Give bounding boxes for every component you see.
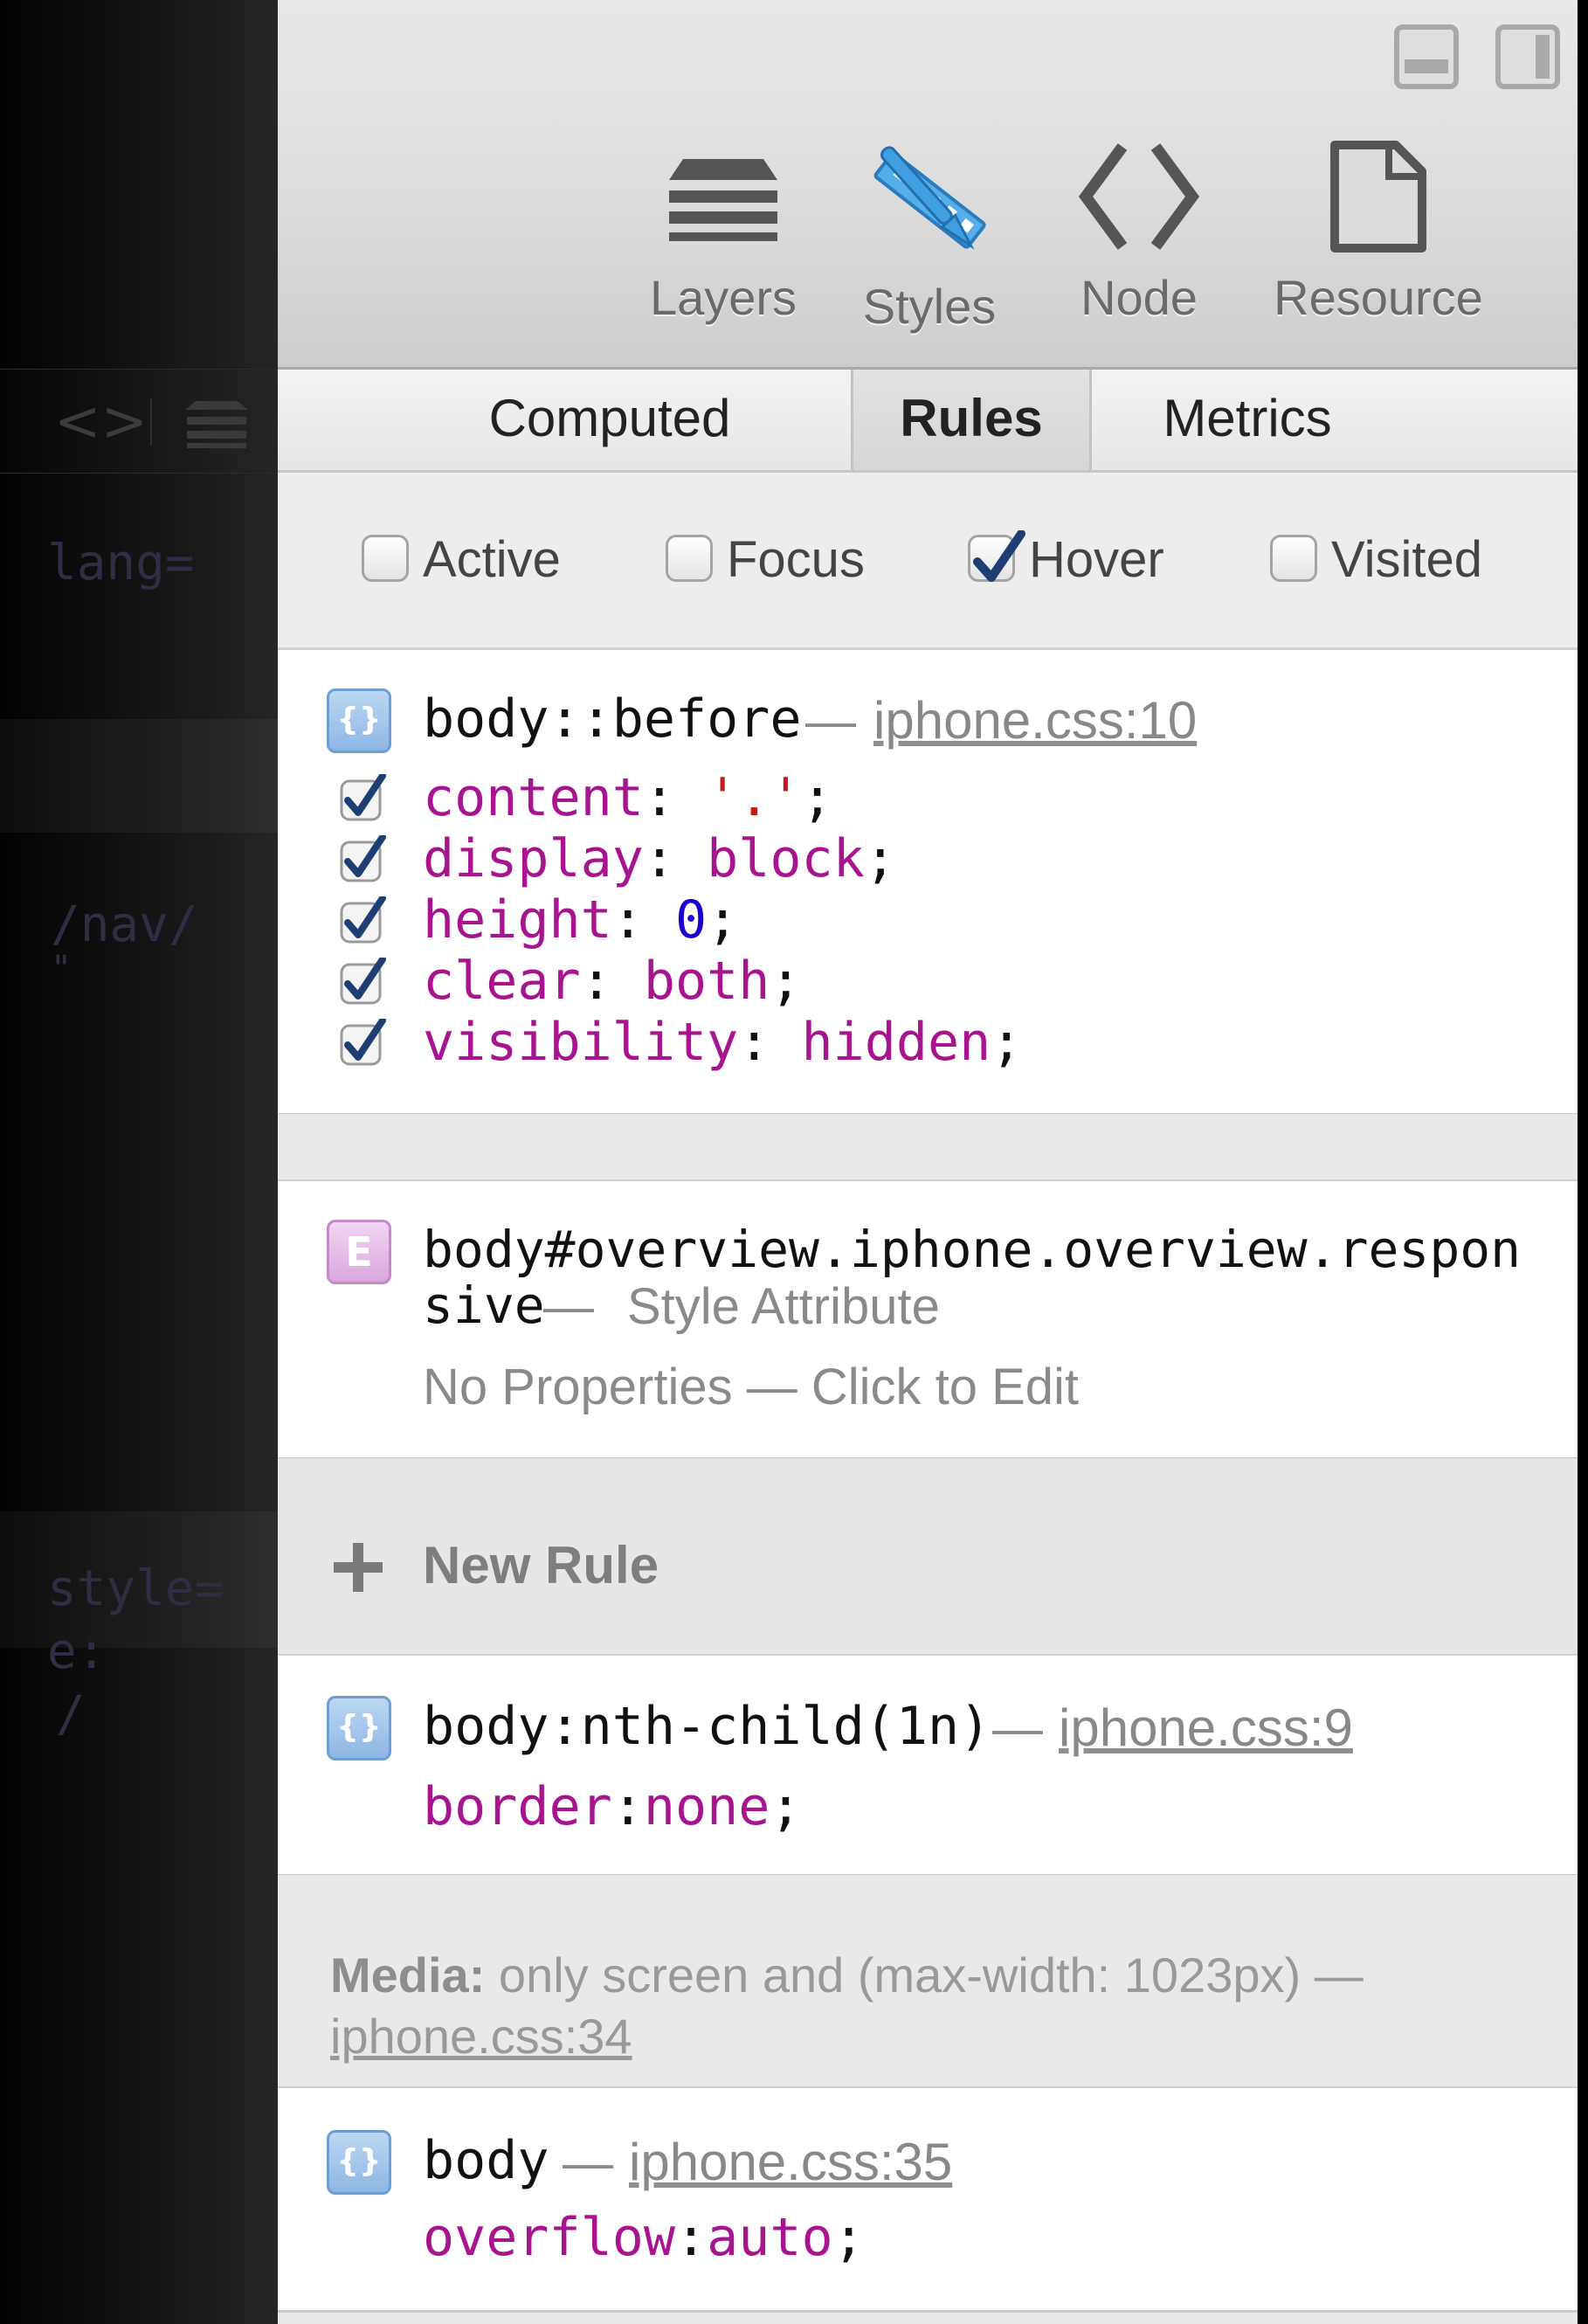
rule-source-link[interactable]: iphone.css:35 bbox=[629, 2132, 952, 2192]
styles-icon bbox=[873, 146, 986, 250]
style-rule-icon: {} bbox=[327, 688, 391, 753]
pseudo-hover[interactable]: Hover bbox=[968, 524, 1195, 596]
rule-selector[interactable]: body bbox=[423, 2130, 549, 2191]
dom-code-fragment: " bbox=[51, 949, 72, 989]
dock-bottom-icon bbox=[1405, 59, 1448, 73]
visited-checkbox[interactable] bbox=[1270, 535, 1317, 582]
tab-computed[interactable]: Computed bbox=[479, 370, 741, 470]
rule-selector-line2[interactable]: sive bbox=[423, 1276, 545, 1335]
window-edge bbox=[1578, 0, 1588, 2324]
property-name[interactable]: overflow bbox=[423, 2207, 675, 2268]
node-icon[interactable]: <> bbox=[54, 390, 148, 454]
property-value[interactable]: hidden bbox=[801, 1012, 991, 1073]
property-checkbox[interactable] bbox=[339, 958, 388, 1006]
dom-code-fragment: e: bbox=[47, 1623, 107, 1680]
focus-label: Focus bbox=[727, 531, 865, 588]
property-value[interactable]: block bbox=[707, 828, 865, 889]
toolbar-divider bbox=[150, 398, 152, 446]
rule-source-link[interactable]: iphone.css:9 bbox=[1059, 1698, 1353, 1758]
property-row: border:none; bbox=[423, 1776, 802, 1837]
property-value[interactable]: both bbox=[644, 951, 770, 1012]
rule-gap bbox=[278, 1114, 1578, 1179]
plus-icon bbox=[334, 1543, 383, 1592]
tab-metrics[interactable]: Metrics bbox=[1116, 370, 1378, 470]
rule-source-link[interactable]: iphone.css:10 bbox=[873, 690, 1197, 750]
focus-checkbox[interactable] bbox=[666, 535, 713, 582]
rule-selector[interactable]: body::before bbox=[423, 688, 801, 750]
checkmark-icon bbox=[973, 530, 1025, 582]
property-value[interactable]: auto bbox=[707, 2207, 833, 2268]
pseudo-class-bar: Active Focus Hover Visited bbox=[278, 473, 1578, 649]
pseudo-visited[interactable]: Visited bbox=[1270, 524, 1523, 596]
property-name[interactable]: clear bbox=[423, 951, 581, 1012]
property-checkbox[interactable] bbox=[339, 774, 388, 823]
property-checkbox[interactable] bbox=[339, 1019, 388, 1068]
property-checkbox[interactable] bbox=[339, 896, 388, 945]
style-rule: {} body — iphone.css:35 overflow:auto; bbox=[278, 2086, 1578, 2313]
dock-side-icon bbox=[1536, 35, 1550, 79]
toolbar-layers[interactable]: Layers bbox=[627, 140, 819, 326]
dom-row-highlight bbox=[0, 719, 278, 833]
media-label: Media: bbox=[330, 1947, 486, 2002]
sidebar-header: Layers Styles Node Resource bbox=[278, 0, 1578, 370]
property-name[interactable]: content bbox=[423, 767, 644, 828]
node-icon bbox=[1078, 143, 1200, 250]
property-row: overflow:auto; bbox=[423, 2207, 865, 2268]
media-query: only screen and (max-width: 1023px) — bbox=[485, 1947, 1364, 2002]
layers-icon[interactable] bbox=[183, 398, 250, 454]
toolbar-resource[interactable]: Resource bbox=[1256, 140, 1501, 326]
property-name[interactable]: height bbox=[423, 889, 612, 951]
pseudo-focus[interactable]: Focus bbox=[666, 524, 893, 596]
toolbar-styles[interactable]: Styles bbox=[833, 140, 1025, 335]
tab-rules[interactable]: Rules bbox=[851, 370, 1092, 470]
no-properties-placeholder[interactable]: No Properties — Click to Edit bbox=[423, 1358, 1079, 1416]
toolbar-layers-label: Layers bbox=[649, 270, 797, 325]
property-value[interactable]: none bbox=[644, 1776, 770, 1837]
toolbar-resource-label: Resource bbox=[1274, 270, 1483, 325]
pseudo-active[interactable]: Active bbox=[362, 524, 589, 596]
property-checkbox[interactable] bbox=[339, 835, 388, 884]
dom-code-fragment: / bbox=[56, 1686, 86, 1743]
media-source-link[interactable]: iphone.css:34 bbox=[330, 2009, 632, 2064]
rule-selector[interactable]: body:nth-child(1n) bbox=[423, 1696, 991, 1757]
property-name[interactable]: display bbox=[423, 828, 644, 889]
element-style-rule: E body#overview.iphone.overview.respon s… bbox=[278, 1179, 1578, 1460]
toolbar-styles-label: Styles bbox=[862, 279, 997, 334]
active-label: Active bbox=[423, 531, 561, 588]
dock-side-button[interactable] bbox=[1495, 24, 1560, 89]
property-name[interactable]: visibility bbox=[423, 1012, 738, 1073]
style-rule: {} body::before — iphone.css:10 content:… bbox=[278, 648, 1578, 1116]
dom-code-fragment: lang= bbox=[47, 535, 195, 591]
property-value[interactable]: 0 bbox=[675, 889, 707, 951]
hover-checkbox[interactable] bbox=[968, 530, 1025, 582]
toolbar-node-label: Node bbox=[1081, 270, 1198, 325]
dom-tree-pane: <> lang= /nav/ " style= e: / bbox=[0, 0, 278, 2324]
rule-selector-line1[interactable]: body#overview.iphone.overview.respon bbox=[423, 1220, 1521, 1279]
dom-code-fragment: /nav/ bbox=[51, 896, 198, 953]
element-style-icon: E bbox=[327, 1220, 391, 1284]
visited-label: Visited bbox=[1331, 531, 1483, 588]
rule-source: Style Attribute bbox=[627, 1278, 940, 1335]
rule-separator: — bbox=[543, 1278, 594, 1335]
hover-label: Hover bbox=[1029, 531, 1164, 588]
media-query-heading: Media: only screen and (max-width: 1023p… bbox=[330, 1945, 1571, 2067]
toolbar-node[interactable]: Node bbox=[1043, 140, 1235, 326]
resource-icon bbox=[1330, 141, 1426, 252]
style-rule: {} body:nth-child(1n) — iphone.css:9 bor… bbox=[278, 1654, 1578, 1877]
style-rule-icon: {} bbox=[327, 1696, 391, 1760]
rule-separator: — bbox=[805, 693, 856, 750]
style-tabs: Computed Rules Metrics bbox=[278, 370, 1578, 473]
rule-separator: — bbox=[563, 2134, 613, 2191]
property-name[interactable]: border bbox=[423, 1776, 612, 1837]
active-checkbox[interactable] bbox=[362, 535, 409, 582]
rule-separator: — bbox=[992, 1700, 1043, 1757]
property-value[interactable]: '.' bbox=[707, 767, 801, 828]
dom-code-fragment: style= bbox=[47, 1560, 224, 1617]
new-rule-label: New Rule bbox=[423, 1536, 659, 1594]
dock-bottom-button[interactable] bbox=[1394, 24, 1459, 89]
styles-sidebar: Layers Styles Node Resource Computed Rul… bbox=[278, 0, 1588, 2324]
layers-icon bbox=[669, 159, 777, 241]
style-rule-icon: {} bbox=[327, 2130, 391, 2195]
